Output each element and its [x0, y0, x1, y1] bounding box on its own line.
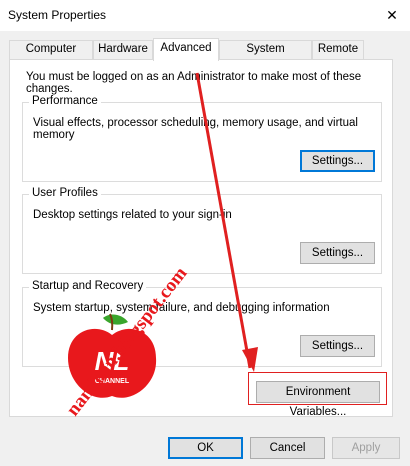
- performance-description: Visual effects, processor scheduling, me…: [33, 117, 358, 141]
- startup-recovery-group: Startup and Recovery System startup, sys…: [22, 280, 382, 367]
- apply-button[interactable]: Apply: [332, 437, 400, 459]
- tab-remote[interactable]: Remote: [312, 40, 364, 59]
- performance-group: Performance Visual effects, processor sc…: [22, 95, 382, 182]
- ok-button[interactable]: OK: [168, 437, 243, 459]
- annotation-highlight-box: [248, 372, 387, 405]
- cancel-button[interactable]: Cancel: [250, 437, 325, 459]
- performance-settings-button[interactable]: Settings...: [300, 150, 375, 172]
- tab-advanced[interactable]: Advanced: [153, 38, 219, 61]
- user-profiles-description: Desktop settings related to your sign-in: [33, 209, 232, 221]
- user-profiles-settings-button[interactable]: Settings...: [300, 242, 375, 264]
- admin-notice: You must be logged on as an Administrato…: [26, 71, 362, 95]
- window-title: System Properties: [8, 8, 107, 22]
- performance-group-title: Performance: [29, 95, 101, 107]
- title-bar: System Properties ✕: [0, 0, 410, 31]
- startup-recovery-settings-button[interactable]: Settings...: [300, 335, 375, 357]
- startup-recovery-description: System startup, system failure, and debu…: [33, 302, 330, 314]
- tab-computer-name[interactable]: Computer Name: [9, 40, 93, 72]
- tab-system-protection[interactable]: System Protection: [219, 40, 312, 72]
- close-button[interactable]: ✕: [374, 0, 410, 31]
- close-icon: ✕: [386, 7, 398, 23]
- user-profiles-group-title: User Profiles: [29, 187, 101, 199]
- tab-hardware[interactable]: Hardware: [93, 40, 153, 59]
- advanced-tab-panel: You must be logged on as an Administrato…: [9, 59, 393, 418]
- user-profiles-group: User Profiles Desktop settings related t…: [22, 187, 382, 274]
- startup-recovery-group-title: Startup and Recovery: [29, 280, 147, 292]
